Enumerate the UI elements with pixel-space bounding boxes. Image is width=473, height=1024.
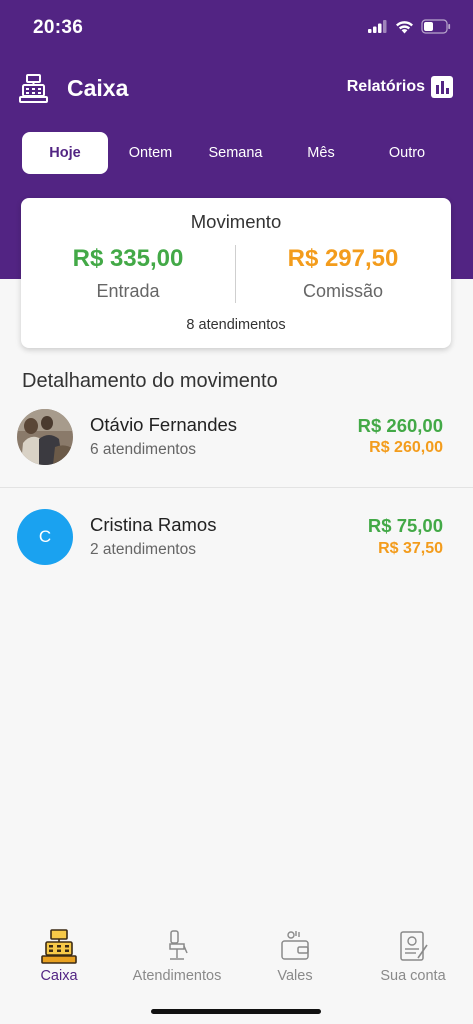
person-name: Otávio Fernandes	[90, 414, 238, 435]
details-title: Detalhamento do movimento	[22, 370, 278, 392]
entrada-value: R$ 335,00	[72, 245, 184, 272]
person-attendances: 6 atendimentos	[90, 441, 196, 458]
app-title-row: Caixa Relatórios	[18, 70, 453, 106]
signal-icon	[368, 20, 387, 33]
person-name: Cristina Ramos	[90, 514, 217, 535]
reports-label: Relatórios	[346, 78, 425, 95]
wallet-icon	[281, 931, 309, 960]
tab-mes[interactable]: Mês	[278, 132, 364, 174]
nav-label: Caixa	[40, 968, 78, 984]
nav-vales[interactable]: Vales	[236, 928, 354, 984]
comissao-label: Comissão	[302, 281, 384, 301]
list-item[interactable]: Otávio Fernandes 6 atendimentos R$ 260,0…	[0, 392, 473, 488]
cash-register-icon	[41, 929, 77, 964]
avatar: C	[17, 509, 73, 565]
avatar	[17, 409, 73, 465]
wifi-icon	[396, 20, 413, 33]
nav-label: Vales	[277, 968, 313, 984]
tab-hoje[interactable]: Hoje	[22, 132, 108, 174]
person-attendances: 2 atendimentos	[90, 541, 196, 558]
battery-icon	[421, 19, 451, 34]
nav-caixa[interactable]: Caixa	[0, 928, 118, 984]
tab-semana[interactable]: Semana	[193, 132, 278, 174]
person-commission: R$ 37,50	[378, 540, 443, 557]
nav-sua-conta[interactable]: Sua conta	[354, 928, 472, 984]
period-tabs: Hoje Ontem Semana Mês Outro	[22, 132, 450, 174]
comissao-value: R$ 297,50	[287, 245, 399, 272]
person-commission: R$ 260,00	[369, 439, 443, 456]
reports-button[interactable]: Relatórios	[347, 76, 453, 98]
tab-outro[interactable]: Outro	[364, 132, 450, 174]
entrada-label: Entrada	[96, 281, 160, 301]
summary-footer: 8 atendimentos	[186, 317, 286, 333]
nav-atendimentos[interactable]: Atendimentos	[118, 928, 236, 984]
entrada-block: R$ 335,00 Entrada	[21, 245, 235, 302]
tab-ontem[interactable]: Ontem	[108, 132, 193, 174]
cash-register-icon	[19, 73, 48, 103]
status-icons	[368, 19, 451, 34]
account-document-icon	[400, 931, 428, 961]
person-value: R$ 260,00	[357, 415, 443, 436]
status-time: 20:36	[33, 17, 84, 38]
bottom-nav: Caixa Atendimentos Vales Sua conta	[0, 920, 473, 1024]
home-indicator[interactable]	[151, 1009, 321, 1014]
status-bar: 20:36	[0, 0, 473, 56]
bar-chart-icon	[431, 76, 453, 98]
summary-title: Movimento	[190, 211, 282, 232]
nav-label: Sua conta	[380, 968, 446, 984]
comissao-block: R$ 297,50 Comissão	[236, 245, 450, 302]
person-value: R$ 75,00	[367, 515, 443, 536]
summary-card: Movimento R$ 335,00 Entrada R$ 297,50 Co…	[21, 198, 451, 348]
list-item[interactable]: C Cristina Ramos 2 atendimentos R$ 75,00…	[0, 488, 473, 582]
barber-chair-icon	[169, 930, 188, 960]
page-title: Caixa	[67, 74, 129, 101]
nav-label: Atendimentos	[132, 968, 222, 984]
